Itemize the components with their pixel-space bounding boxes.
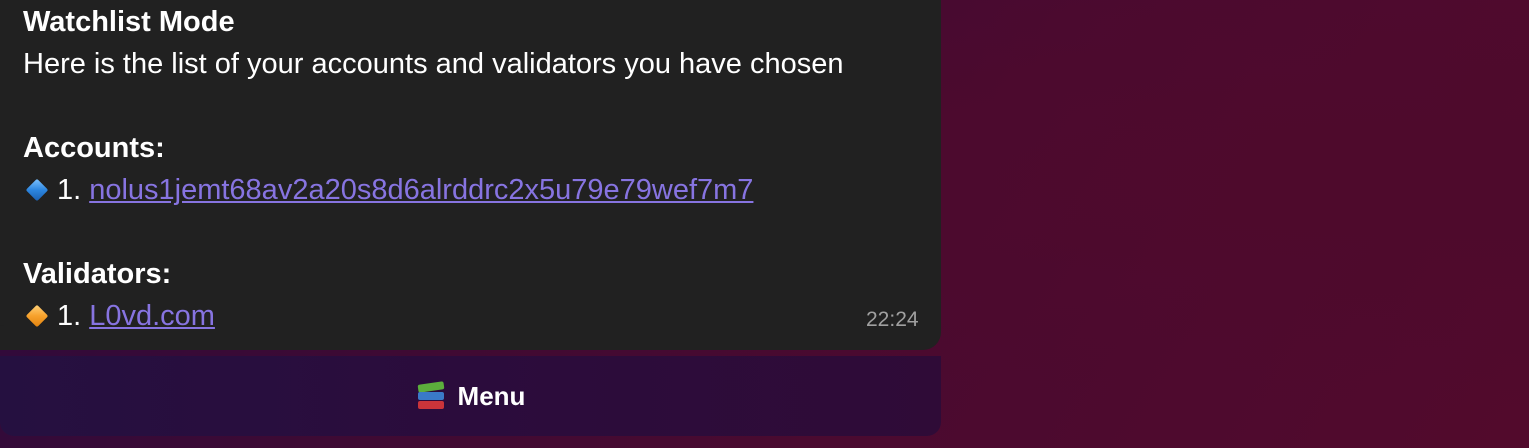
bubble-tail xyxy=(0,312,6,326)
message-intro: Here is the list of your accounts and va… xyxy=(23,48,844,80)
message-title: Watchlist Mode xyxy=(23,6,235,38)
books-icon xyxy=(416,381,446,411)
account-address-link[interactable]: nolus1jemt68av2a20s8d6alrddrc2x5u79e79we… xyxy=(89,172,753,208)
validator-name-link[interactable]: L0vd.com xyxy=(89,298,215,334)
menu-button[interactable]: Menu xyxy=(0,356,941,436)
validator-list-item: 1. L0vd.com xyxy=(23,298,215,334)
accounts-heading: Accounts: xyxy=(23,132,165,164)
message-timestamp: 22:24 xyxy=(866,308,919,331)
validator-number: 1. xyxy=(57,300,82,332)
blue-diamond-icon xyxy=(25,178,49,202)
account-number: 1. xyxy=(57,174,82,206)
account-list-item: 1. nolus1jemt68av2a20s8d6alrddrc2x5u79e7… xyxy=(23,172,753,208)
validators-heading: Validators: xyxy=(23,258,172,290)
message-bubble: Watchlist Mode Here is the list of your … xyxy=(0,0,941,350)
orange-diamond-icon xyxy=(25,304,49,328)
menu-button-label: Menu xyxy=(457,380,526,411)
